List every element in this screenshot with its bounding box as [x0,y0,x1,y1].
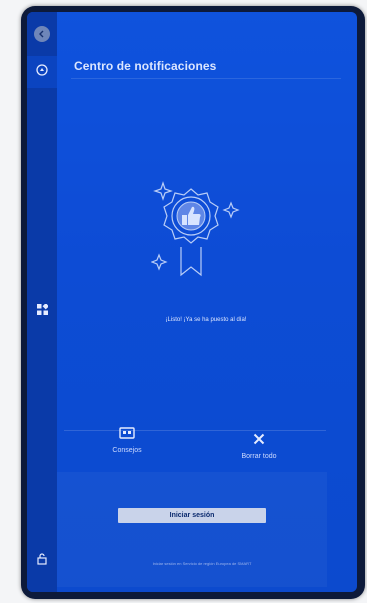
apps-icon [36,302,49,320]
back-icon [34,26,50,42]
tips-button[interactable]: Consejos [101,426,153,454]
empty-state-message: ¡Listo! ¡Ya se ha puesto al día! [165,317,247,323]
panel-title: Centro de notificaciones [74,59,217,73]
back-button[interactable] [27,20,57,48]
signin-area [57,472,327,587]
tips-icon [119,426,135,444]
thumbs-up-badge-icon [150,175,246,280]
signin-footer-text: Iniciar sesión en Servicio de región Eur… [152,561,252,566]
notification-icon [36,63,48,81]
signin-button[interactable]: Iniciar sesión [118,508,266,523]
apps-button[interactable] [27,297,57,325]
title-divider [71,78,341,79]
close-icon [253,432,265,450]
lock-icon [37,552,47,570]
tips-label: Consejos [112,447,142,454]
notification-center-button[interactable] [27,56,57,88]
clear-all-button[interactable]: Borrar todo [233,432,285,460]
lock-button[interactable] [27,547,57,575]
side-rail [27,12,57,592]
display-screen: Centro de notificaciones ¡Listo! ¡Ya se … [27,12,357,592]
clear-all-label: Borrar todo [241,453,277,460]
